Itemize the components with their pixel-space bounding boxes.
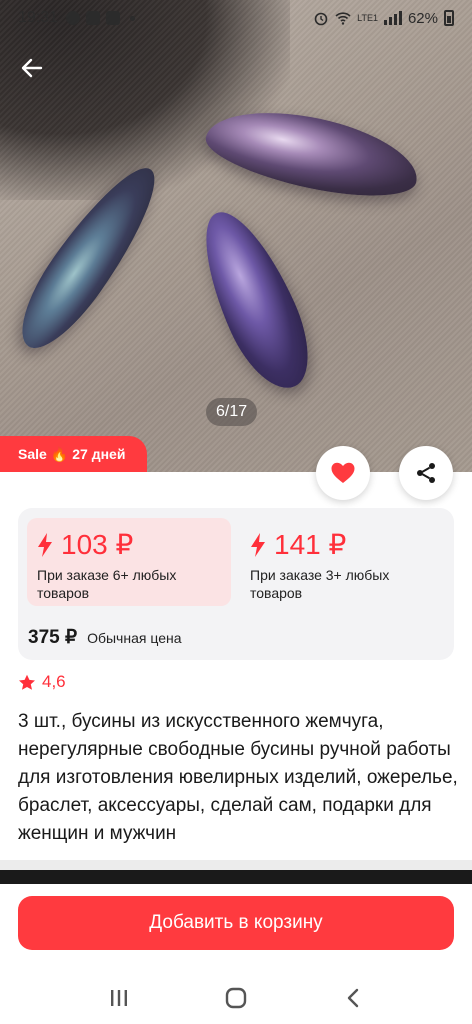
fire-icon: 🔥 <box>50 446 69 462</box>
section-divider <box>0 860 472 870</box>
lightning-icon <box>38 533 52 557</box>
sheet-edge <box>0 870 472 884</box>
product-title: 3 шт., бусины из искусственного жемчуга,… <box>18 711 458 844</box>
signal-icon <box>383 11 402 25</box>
price-tier[interactable]: 141 ₽ При заказе 3+ любых товаров <box>240 518 444 606</box>
status-right: LTE1 62% <box>313 10 454 27</box>
rating-value: 4,6 <box>42 672 66 691</box>
wifi-icon <box>335 12 351 25</box>
star-icon <box>19 674 35 690</box>
battery-icon <box>444 10 454 26</box>
network-type: LTE1 <box>357 12 378 23</box>
tier-price: 103 ₽ <box>61 529 134 560</box>
regular-price-label: Обычная цена <box>87 630 182 646</box>
image-counter: 6/17 <box>206 398 258 426</box>
tier-condition: При заказе 6+ любых товаров <box>37 567 177 601</box>
share-button[interactable] <box>399 446 453 500</box>
more-notifications-icon <box>130 15 136 21</box>
status-bar: 19:31 LTE1 62% <box>0 0 472 36</box>
lightning-icon <box>251 533 265 557</box>
system-nav-bar <box>0 972 472 1024</box>
regular-price-row: 375 ₽ Обычная цена <box>28 626 182 649</box>
sale-badge: Sale 🔥 27 дней <box>0 436 148 472</box>
price-tier[interactable]: 103 ₽ При заказе 6+ любых товаров <box>27 518 231 606</box>
recent-apps-button[interactable] <box>99 978 139 1018</box>
wishlist-button[interactable] <box>316 446 370 500</box>
tier-condition: При заказе 3+ любых товаров <box>250 567 390 601</box>
price-card: 103 ₽ При заказе 6+ любых товаров 141 ₽ … <box>18 508 454 660</box>
home-icon <box>225 987 247 1009</box>
rating[interactable]: 4,6 <box>18 672 66 692</box>
status-time: 19:31 <box>18 9 59 26</box>
recent-apps-icon <box>110 990 127 1006</box>
alarm-icon <box>314 12 328 26</box>
back-nav-button[interactable] <box>333 978 373 1018</box>
notification-icons <box>66 11 136 25</box>
sale-label: Sale <box>18 446 47 462</box>
back-arrow-icon <box>21 58 43 78</box>
share-icon <box>417 463 435 483</box>
sale-days: 27 дней <box>72 446 126 462</box>
battery-percent: 62% <box>407 9 438 27</box>
app-notification-icon <box>86 11 101 25</box>
tier-price-row: 141 ₽ <box>250 530 434 560</box>
app-notification-icon <box>106 11 121 25</box>
add-to-cart-button[interactable]: Добавить в корзину <box>18 896 454 950</box>
regular-price: 375 ₽ <box>28 627 78 648</box>
tier-price-row: 103 ₽ <box>37 530 221 560</box>
tier-price: 141 ₽ <box>274 529 347 560</box>
home-button[interactable] <box>216 978 256 1018</box>
heart-icon <box>331 462 355 483</box>
back-nav-icon <box>348 988 359 1008</box>
chat-notification-icon <box>66 11 81 25</box>
back-button[interactable] <box>16 52 48 84</box>
